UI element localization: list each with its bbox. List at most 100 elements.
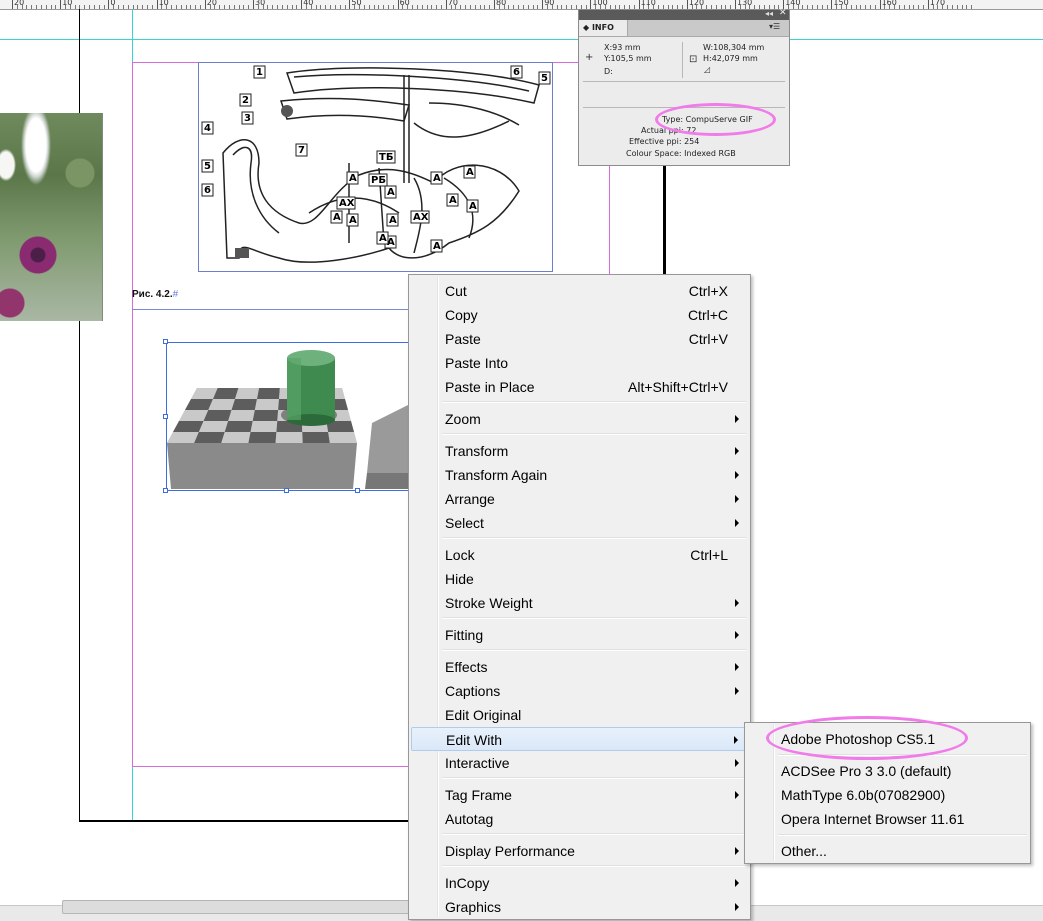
menu-item-interactive[interactable]: Interactive [411,751,748,775]
ruler-tick [363,5,365,9]
ruler-label: 0 [110,0,116,7]
menu-item-edit-original[interactable]: Edit Original [411,703,748,727]
menu-item-autotag[interactable]: Autotag [411,807,748,831]
tab-info-label: INFO [591,23,614,32]
ruler-tick [575,5,577,9]
close-icon[interactable]: ✕ [779,8,787,18]
menu-item-captions[interactable]: Captions [411,679,748,703]
menu-label: MathType 6.0b(07082900) [781,787,946,803]
menu-item-graphics[interactable]: Graphics [411,895,748,919]
menu-item-lock[interactable]: Lock Ctrl+L [411,543,748,567]
ruler-tick [156,0,158,9]
menu-shortcut: Alt+Shift+Ctrl+V [628,379,728,395]
ruler-tick [961,5,963,9]
menu-item-paste[interactable]: Paste Ctrl+V [411,327,748,351]
flower-photo[interactable] [0,113,103,321]
margin-bottom [132,766,410,767]
ruler-tick [474,5,476,9]
anatomy-illustration-frame[interactable]: 1 2 3 4 5 6 7 6 5 ТБ РБ А АХ А А А А А А АХ А А А А А [198,62,553,272]
menu-item-zoom[interactable]: Zoom [411,407,748,431]
ruler-tick [344,5,346,9]
collapse-panel-icon[interactable]: ◂◂ [765,9,773,18]
ruler-tick [421,5,423,9]
info-effective-ppi: Effective ppi: 254 [629,137,700,146]
checker-square [235,388,260,399]
ruler-tick [378,5,380,9]
menu-item-fitting[interactable]: Fitting [411,623,748,647]
ruler-tick [330,5,332,9]
ruler-tick [522,5,524,9]
ruler-tick [224,5,226,9]
submenu-item-mathtype[interactable]: MathType 6.0b(07082900) [747,783,1028,807]
menu-item-transform-again[interactable]: Transform Again [411,463,748,487]
ruler-tick [286,5,288,9]
menu-label: Stroke Weight [445,595,533,611]
callout-label: А [469,201,477,212]
ruler-tick [532,5,534,9]
menu-item-stroke-weight[interactable]: Stroke Weight [411,591,748,615]
ruler-tick [956,5,958,9]
callout-label: А [449,195,457,206]
menu-label: Transform [445,443,509,459]
submenu-item-acdsee[interactable]: ACDSee Pro 3 3.0 (default) [747,759,1028,783]
ruler-tick [903,5,905,9]
selection-handle-tl[interactable] [163,339,168,344]
ruler-label: 80 [496,0,507,7]
ruler-tick [440,5,442,9]
menu-label: Opera Internet Browser 11.61 [781,811,965,827]
angle-icon: ◿ [704,65,711,74]
ruler-tick [325,5,327,9]
menu-item-edit-with[interactable]: Edit With [411,727,748,751]
submenu-arrow-icon [735,447,739,455]
menu-item-cut[interactable]: Cut Ctrl+X [411,279,748,303]
menu-item-transform[interactable]: Transform [411,439,748,463]
ruler-tick [686,0,688,9]
menu-item-arrange[interactable]: Arrange [411,487,748,511]
menu-item-hide[interactable]: Hide [411,567,748,591]
selection-handle-ml[interactable] [163,414,168,419]
menu-item-paste-in-place[interactable]: Paste in Place Alt+Shift+Ctrl+V [411,375,748,399]
checker-square [167,432,199,443]
ruler-tick [349,0,351,9]
ruler-tick [89,5,91,9]
ruler-label: 160 [881,0,897,7]
panel-menu-icon[interactable]: ▾☰ [769,22,780,31]
menu-item-effects[interactable]: Effects [411,655,748,679]
menu-item-copy[interactable]: Copy Ctrl+C [411,303,748,327]
ruler-tick [571,5,573,9]
ruler-tick [465,5,467,9]
submenu-item-opera[interactable]: Opera Internet Browser 11.61 [747,807,1028,831]
menu-item-select[interactable]: Select [411,511,748,535]
ruler-label: 150 [833,0,849,7]
callout-label: АХ [339,198,355,209]
menu-label: InCopy [445,875,490,891]
menu-item-incopy[interactable]: InCopy [411,871,748,895]
callout-label: АХ [413,212,429,223]
menu-item-display-performance[interactable]: Display Performance [411,839,748,863]
ruler-tick [383,5,385,9]
submenu-item-other[interactable]: Other... [747,839,1028,863]
menu-separator [442,865,746,867]
selection-handle-bm[interactable] [284,488,289,493]
ruler-tick [118,5,120,9]
horizontal-ruler[interactable]: 20 10 0 10 20 30 40 50 60 70 80 90 100 110 120 130 140 15… [0,0,1043,10]
menu-separator [442,777,746,779]
figure-caption[interactable]: Рис. 4.2.# [132,289,178,300]
callout-label: А [433,173,441,184]
ruler-tick [248,5,250,9]
ruler-tick [831,0,833,9]
selection-handle-br[interactable] [355,488,360,493]
menu-item-paste-into[interactable]: Paste Into [411,351,748,375]
ruler-label: 170 [929,0,946,7]
menu-item-tag-frame[interactable]: Tag Frame [411,783,748,807]
info-panel[interactable]: ◂◂ ✕ ◆ INFO ▾☰ + X:93 mm Y:105,5 mm D: ⊡… [578,8,790,166]
menu-separator [442,649,746,651]
submenu-arrow-icon [735,599,739,607]
selection-handle-bl[interactable] [163,488,168,493]
ruler-tick [518,5,520,9]
tab-info[interactable]: ◆ INFO [579,20,628,36]
ruler-tick [36,5,38,9]
info-panel-titlebar[interactable]: ◂◂ ✕ [579,8,789,20]
guide-top[interactable] [0,39,1043,40]
checker-shadow-image-frame[interactable] [166,342,411,491]
